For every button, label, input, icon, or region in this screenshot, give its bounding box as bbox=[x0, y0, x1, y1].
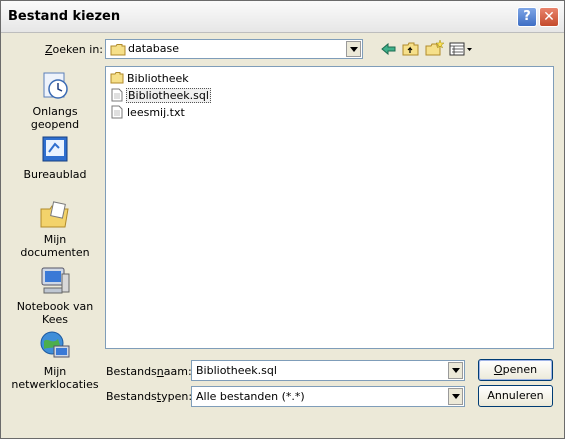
help-button[interactable]: ? bbox=[517, 7, 537, 27]
filetype-value: Alle bestanden (*.*) bbox=[196, 390, 305, 403]
folder-icon bbox=[110, 44, 126, 56]
lookin-value: database bbox=[128, 42, 179, 55]
back-arrow-icon bbox=[381, 42, 396, 56]
document-icon bbox=[111, 88, 123, 102]
place-my-documents[interactable]: Mijn documenten bbox=[9, 199, 101, 259]
new-folder-button[interactable] bbox=[424, 39, 445, 59]
place-recent-label: Onlangs geopend bbox=[30, 105, 80, 131]
filename-input[interactable]: Bibliotheek.sql bbox=[191, 360, 465, 381]
place-computer-label: Notebook van Kees bbox=[16, 300, 94, 326]
open-button[interactable]: Openen bbox=[478, 359, 553, 381]
filename-dropdown-arrow[interactable] bbox=[448, 362, 463, 379]
title-bar[interactable]: Bestand kiezen ? ✕ bbox=[1, 1, 564, 33]
places-bar: Onlangs geopend Bureaublad Mijn document… bbox=[9, 61, 101, 396]
computer-icon bbox=[41, 267, 70, 294]
file-list[interactable]: Bibliotheek Bibliotheek.sql leesmij.txt bbox=[105, 66, 554, 349]
up-folder-button[interactable] bbox=[401, 39, 421, 59]
list-item-label: leesmij.txt bbox=[127, 106, 185, 119]
close-button[interactable]: ✕ bbox=[539, 7, 559, 27]
place-desktop-label: Bureaublad bbox=[23, 168, 87, 181]
filename-value: Bibliotheek.sql bbox=[196, 364, 277, 377]
new-folder-icon bbox=[425, 39, 445, 56]
filetype-dropdown-arrow[interactable] bbox=[448, 388, 463, 405]
folder-up-icon bbox=[402, 42, 419, 56]
lookin-dropdown-arrow[interactable] bbox=[346, 41, 361, 57]
close-icon: ✕ bbox=[543, 9, 555, 25]
filename-label: Bestandsnaam: bbox=[106, 365, 192, 378]
view-menu-button[interactable] bbox=[448, 39, 474, 59]
view-menu-icon bbox=[449, 42, 472, 56]
desktop-icon bbox=[42, 136, 68, 162]
back-button[interactable] bbox=[379, 39, 399, 59]
place-desktop[interactable]: Bureaublad bbox=[9, 134, 101, 181]
text-file-icon bbox=[111, 105, 123, 119]
network-places-icon bbox=[40, 331, 70, 358]
place-network-label: Mijn netwerklocaties bbox=[11, 365, 99, 391]
place-network[interactable]: Mijn netwerklocaties bbox=[9, 329, 101, 391]
list-item-label: Bibliotheek.sql bbox=[126, 88, 211, 103]
help-icon: ? bbox=[523, 9, 531, 24]
folder-icon bbox=[110, 72, 124, 84]
lookin-dropdown[interactable]: database bbox=[105, 39, 363, 59]
place-recent[interactable]: Onlangs geopend bbox=[9, 69, 101, 131]
list-item-label: Bibliotheek bbox=[127, 72, 189, 85]
filetype-label: Bestandstypen: bbox=[106, 390, 193, 403]
my-documents-icon bbox=[40, 201, 69, 228]
place-my-documents-label: Mijn documenten bbox=[20, 233, 90, 259]
window-title: Bestand kiezen bbox=[8, 9, 121, 24]
recent-documents-icon bbox=[43, 72, 68, 99]
file-dialog: Bestand kiezen ? ✕ Zoeken in: database O… bbox=[0, 0, 565, 439]
filetype-select[interactable]: Alle bestanden (*.*) bbox=[191, 386, 465, 407]
lookin-label: Zoeken in: bbox=[45, 43, 103, 56]
place-computer[interactable]: Notebook van Kees bbox=[9, 264, 101, 326]
cancel-button[interactable]: Annuleren bbox=[478, 385, 553, 407]
